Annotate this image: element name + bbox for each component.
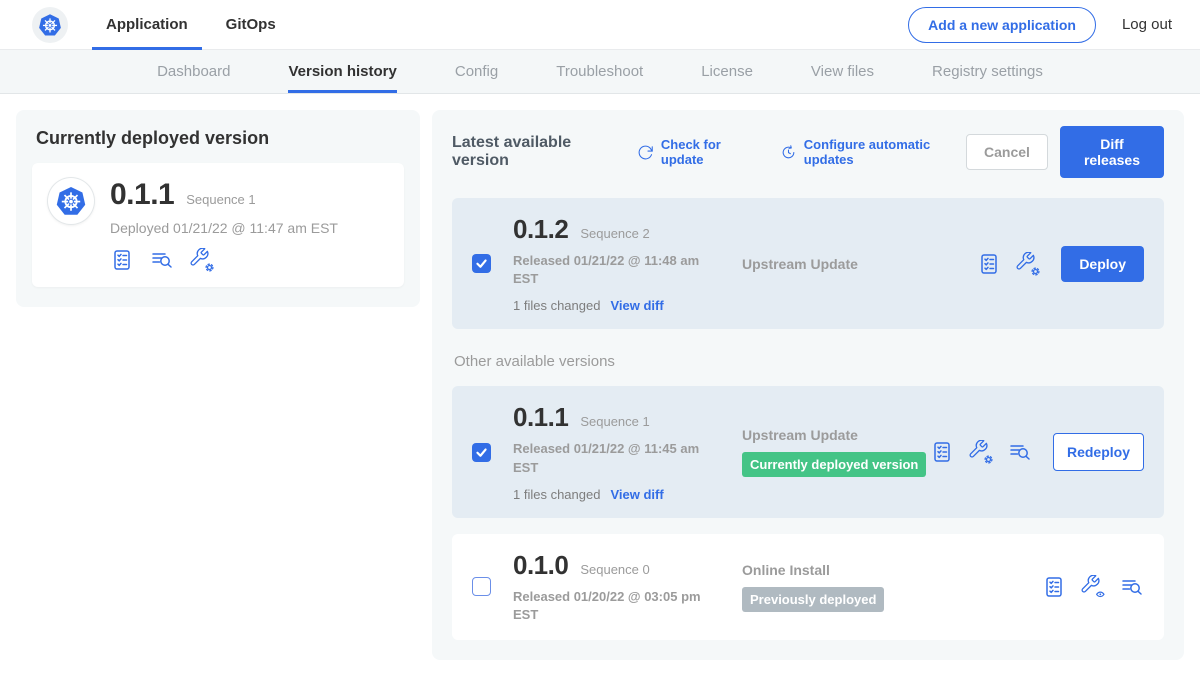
previously-deployed-badge: Previously deployed (742, 587, 884, 612)
check-for-update-label: Check for update (661, 137, 756, 167)
version-info: 0.1.1 Sequence 1 Released 01/21/22 @ 11:… (513, 402, 728, 501)
tab-registry-settings[interactable]: Registry settings (932, 50, 1043, 93)
redeploy-button[interactable]: Redeploy (1053, 433, 1144, 471)
tab-view-files[interactable]: View files (811, 50, 874, 93)
configure-automatic-updates-label: Configure automatic updates (804, 137, 966, 167)
configure-automatic-updates-link[interactable]: Configure automatic updates (780, 137, 966, 167)
checkmark-icon (475, 257, 488, 270)
sequence-label: Sequence 0 (580, 562, 649, 577)
app-sub-nav: Dashboard Version history Config Trouble… (0, 50, 1200, 94)
source-label: Upstream Update (742, 427, 930, 443)
view-logs-icon[interactable] (150, 248, 174, 272)
tab-config[interactable]: Config (455, 50, 498, 93)
version-number: 0.1.2 (513, 214, 568, 245)
tab-view-files-label: View files (811, 63, 874, 80)
released-timestamp: Released 01/21/22 @ 11:45 am EST (513, 440, 713, 476)
add-application-button[interactable]: Add a new application (908, 7, 1096, 43)
version-card-0-1-2: 0.1.2 Sequence 2 Released 01/21/22 @ 11:… (452, 198, 1164, 329)
currently-deployed-badge: Currently deployed version (742, 452, 926, 477)
tab-application[interactable]: Application (104, 0, 190, 50)
currently-deployed-panel: Currently deployed version (16, 110, 420, 307)
version-checkbox[interactable] (472, 577, 491, 596)
tab-troubleshoot[interactable]: Troubleshoot (556, 50, 643, 93)
deployed-version-info: 0.1.1 Sequence 1 Deployed 01/21/22 @ 11:… (110, 178, 338, 272)
view-logs-icon[interactable] (1120, 575, 1144, 599)
tab-application-label: Application (106, 16, 188, 33)
view-config-icon[interactable] (1081, 575, 1105, 599)
deployed-app-logo (48, 178, 94, 224)
version-info: 0.1.2 Sequence 2 Released 01/21/22 @ 11:… (513, 214, 728, 313)
version-checkbox[interactable] (472, 443, 491, 462)
version-checkbox[interactable] (472, 254, 491, 273)
version-card-0-1-0: 0.1.0 Sequence 0 Released 01/20/22 @ 03:… (452, 534, 1164, 640)
edit-config-icon[interactable] (969, 440, 993, 464)
app-logo (32, 7, 68, 43)
deployed-version-number: 0.1.1 (110, 178, 174, 212)
kubernetes-icon (37, 12, 63, 38)
version-source: Upstream Update Currently deployed versi… (742, 427, 930, 477)
deploy-button[interactable]: Deploy (1061, 246, 1144, 282)
latest-version-header: Latest available version Check for updat… (452, 126, 1164, 178)
top-tabs: Application GitOps (104, 0, 278, 50)
tab-version-history-label: Version history (288, 63, 396, 80)
version-actions: Redeploy (930, 433, 1144, 471)
release-notes-icon[interactable] (977, 252, 1001, 276)
tab-dashboard-label: Dashboard (157, 63, 230, 80)
tab-troubleshoot-label: Troubleshoot (556, 63, 643, 80)
top-nav: Application GitOps Add a new application… (0, 0, 1200, 50)
edit-config-icon[interactable] (190, 248, 214, 272)
view-diff-link[interactable]: View diff (610, 298, 663, 313)
edit-config-icon[interactable] (1016, 252, 1040, 276)
tab-config-label: Config (455, 63, 498, 80)
tab-version-history[interactable]: Version history (288, 50, 396, 93)
source-label: Online Install (742, 562, 1042, 578)
version-source: Online Install Previously deployed (742, 562, 1042, 612)
currently-deployed-title: Currently deployed version (36, 128, 404, 149)
released-timestamp: Released 01/20/22 @ 03:05 pm EST (513, 588, 713, 624)
deployed-version-card: 0.1.1 Sequence 1 Deployed 01/21/22 @ 11:… (32, 163, 404, 287)
view-diff-link[interactable]: View diff (610, 487, 663, 502)
check-for-update-link[interactable]: Check for update (637, 137, 756, 167)
source-label: Upstream Update (742, 256, 977, 272)
tab-gitops[interactable]: GitOps (224, 0, 278, 50)
version-card-0-1-1: 0.1.1 Sequence 1 Released 01/21/22 @ 11:… (452, 386, 1164, 517)
diff-releases-button[interactable]: Diff releases (1060, 126, 1164, 178)
latest-version-title: Latest available version (452, 134, 617, 170)
version-actions (1042, 575, 1144, 599)
sequence-label: Sequence 1 (580, 414, 649, 429)
sequence-label: Sequence 2 (580, 226, 649, 241)
logout-button[interactable]: Log out (1122, 16, 1172, 33)
version-number: 0.1.0 (513, 550, 568, 581)
tab-registry-settings-label: Registry settings (932, 63, 1043, 80)
released-timestamp: Released 01/21/22 @ 11:48 am EST (513, 252, 713, 288)
release-notes-icon[interactable] (930, 440, 954, 464)
version-info: 0.1.0 Sequence 0 Released 01/20/22 @ 03:… (513, 550, 728, 624)
main-content: Currently deployed version (0, 94, 1200, 676)
deployed-timestamp: Deployed 01/21/22 @ 11:47 am EST (110, 220, 338, 236)
kubernetes-icon (54, 184, 88, 218)
tab-dashboard[interactable]: Dashboard (157, 50, 230, 93)
checkmark-icon (475, 446, 488, 459)
release-notes-icon[interactable] (1042, 575, 1066, 599)
clock-refresh-icon (780, 144, 797, 161)
deployed-sequence-label: Sequence 1 (186, 192, 255, 207)
tab-gitops-label: GitOps (226, 16, 276, 33)
view-logs-icon[interactable] (1008, 440, 1032, 464)
refresh-icon (637, 144, 654, 161)
other-versions-title: Other available versions (454, 353, 1164, 370)
files-changed-label: 1 files changed (513, 298, 600, 313)
cancel-button[interactable]: Cancel (966, 134, 1048, 170)
release-notes-icon[interactable] (110, 248, 134, 272)
version-source: Upstream Update (742, 256, 977, 272)
files-changed-label: 1 files changed (513, 487, 600, 502)
deployed-action-icons (110, 248, 338, 272)
version-number: 0.1.1 (513, 402, 568, 433)
tab-license-label: License (701, 63, 753, 80)
tab-license[interactable]: License (701, 50, 753, 93)
version-history-panel: Latest available version Check for updat… (432, 110, 1184, 660)
version-actions: Deploy (977, 246, 1144, 282)
